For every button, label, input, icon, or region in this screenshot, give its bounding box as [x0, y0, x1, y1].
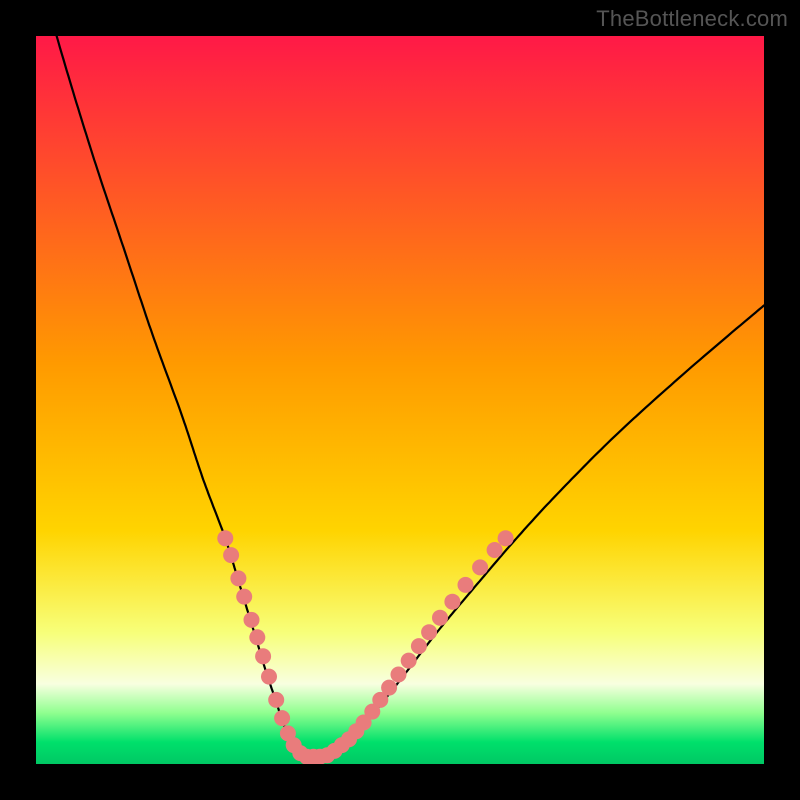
highlight-dot — [458, 577, 474, 593]
highlight-dot — [274, 710, 290, 726]
outer-frame: TheBottleneck.com — [0, 0, 800, 800]
highlight-dot — [230, 570, 246, 586]
highlight-dot — [498, 530, 514, 546]
highlight-dot — [391, 667, 407, 683]
highlight-dot — [401, 653, 417, 669]
highlight-dot — [472, 559, 488, 575]
highlight-dot — [421, 624, 437, 640]
highlight-dot — [249, 629, 265, 645]
highlight-dot — [244, 612, 260, 628]
watermark-text: TheBottleneck.com — [596, 6, 788, 32]
highlight-dot — [381, 680, 397, 696]
highlight-dot — [268, 692, 284, 708]
highlight-dot — [261, 669, 277, 685]
highlight-dot — [236, 589, 252, 605]
chart-layer — [36, 36, 764, 764]
highlight-dot — [255, 648, 271, 664]
highlight-dots — [217, 530, 513, 764]
highlight-dot — [444, 594, 460, 610]
highlight-dot — [487, 542, 503, 558]
highlight-dot — [223, 547, 239, 563]
highlight-dot — [432, 610, 448, 626]
highlight-dot — [217, 530, 233, 546]
bottleneck-curve — [36, 36, 764, 757]
highlight-dot — [411, 638, 427, 654]
plot-area — [36, 36, 764, 764]
